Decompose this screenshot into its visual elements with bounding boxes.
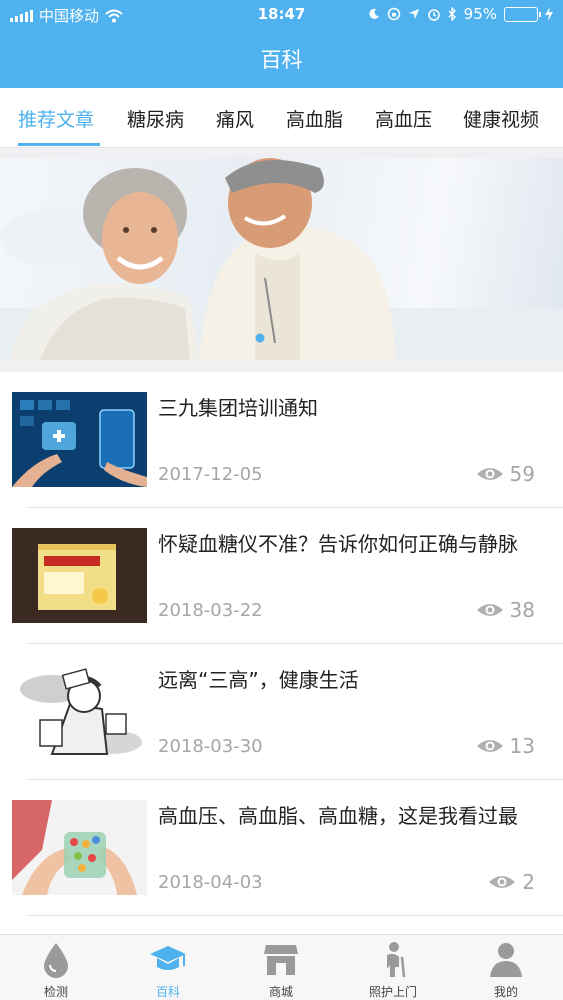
article-views: 2 (488, 870, 535, 894)
moon-icon (369, 8, 379, 19)
nav-label: 商城 (268, 985, 293, 999)
active-tab-indicator (18, 143, 100, 146)
top-bar: 中国移动 18:47 95% 百科 (0, 0, 563, 88)
charging-icon (545, 7, 553, 21)
article-thumbnail (12, 528, 147, 623)
nav-home-care[interactable]: 照护上门 (337, 935, 449, 1000)
tab-gout[interactable]: 痛风 (216, 105, 254, 132)
bottom-navigation: 检测 百科 商城 照护上门 我的 (0, 934, 563, 1000)
divider (0, 360, 563, 372)
article-date: 2018-03-22 (158, 600, 263, 621)
tab-recommended[interactable]: 推荐文章 (18, 105, 94, 132)
banner-image (0, 158, 563, 360)
article-date: 2018-03-30 (158, 736, 263, 757)
category-tabs: 推荐文章 糖尿病 痛风 高血脂 高血压 健康视频 (0, 88, 563, 148)
eye-icon (476, 604, 503, 616)
tab-hypertension[interactable]: 高血压 (375, 105, 432, 132)
article-views: 13 (476, 734, 535, 758)
graduation-cap-icon (150, 946, 186, 970)
rotation-lock-icon (387, 7, 400, 21)
nav-detect[interactable]: 检测 (0, 935, 112, 1000)
tab-health-video[interactable]: 健康视频 (463, 105, 539, 132)
article-title: 远离“三高”，健康生活 (158, 668, 359, 692)
article-views: 59 (476, 462, 535, 486)
article-title: 怀疑血糖仪不准？告诉你如何正确与静脉 (158, 532, 518, 556)
store-icon (264, 945, 298, 975)
article-item[interactable]: 三九集团培训通知 2017-12-05 59 (0, 372, 563, 508)
view-count: 38 (509, 598, 535, 622)
drop-icon (44, 943, 68, 978)
nav-profile[interactable]: 我的 (450, 935, 562, 1000)
tab-diabetes[interactable]: 糖尿病 (127, 105, 184, 132)
elder-care-icon (387, 942, 406, 978)
nav-mall[interactable]: 商城 (225, 935, 337, 1000)
nav-label: 我的 (493, 985, 518, 999)
view-count: 2 (522, 870, 535, 894)
article-title: 三九集团培训通知 (158, 396, 318, 420)
article-date: 2017-12-05 (158, 464, 263, 485)
battery-icon (504, 6, 541, 22)
bluetooth-icon (448, 7, 456, 21)
article-item[interactable]: 远离“三高”，健康生活 2018-03-30 13 (0, 644, 563, 780)
article-date: 2018-04-03 (158, 872, 263, 893)
nav-label: 检测 (43, 985, 68, 999)
nav-label: 百科 (155, 985, 180, 999)
user-icon (490, 943, 522, 977)
nav-encyclopedia[interactable]: 百科 (112, 935, 224, 1000)
status-right: 95% (368, 5, 553, 23)
view-count: 13 (509, 734, 535, 758)
alarm-icon (427, 9, 440, 21)
eye-icon (489, 876, 516, 888)
status-bar: 中国移动 18:47 95% (0, 0, 563, 30)
article-item[interactable]: 高血压、高血脂、高血糖，这是我看过最 2018-04-03 2 (0, 780, 563, 916)
eye-icon (476, 468, 503, 480)
row-divider (28, 915, 563, 916)
divider (0, 148, 563, 158)
view-count: 59 (509, 462, 535, 486)
battery-percent: 95% (463, 5, 497, 23)
article-item[interactable]: 怀疑血糖仪不准？告诉你如何正确与静脉 2018-03-22 38 (0, 508, 563, 644)
tab-hyperlipidemia[interactable]: 高血脂 (286, 105, 343, 132)
location-icon (408, 9, 419, 19)
banner-carousel[interactable] (0, 158, 563, 360)
article-thumbnail (12, 800, 147, 895)
nav-label: 照护上门 (368, 985, 417, 999)
article-views: 38 (476, 598, 535, 622)
page-title: 百科 (260, 48, 303, 72)
article-thumbnail (12, 664, 147, 759)
eye-icon (476, 740, 503, 752)
article-thumbnail (12, 392, 147, 487)
article-title: 高血压、高血脂、高血糖，这是我看过最 (158, 804, 518, 828)
